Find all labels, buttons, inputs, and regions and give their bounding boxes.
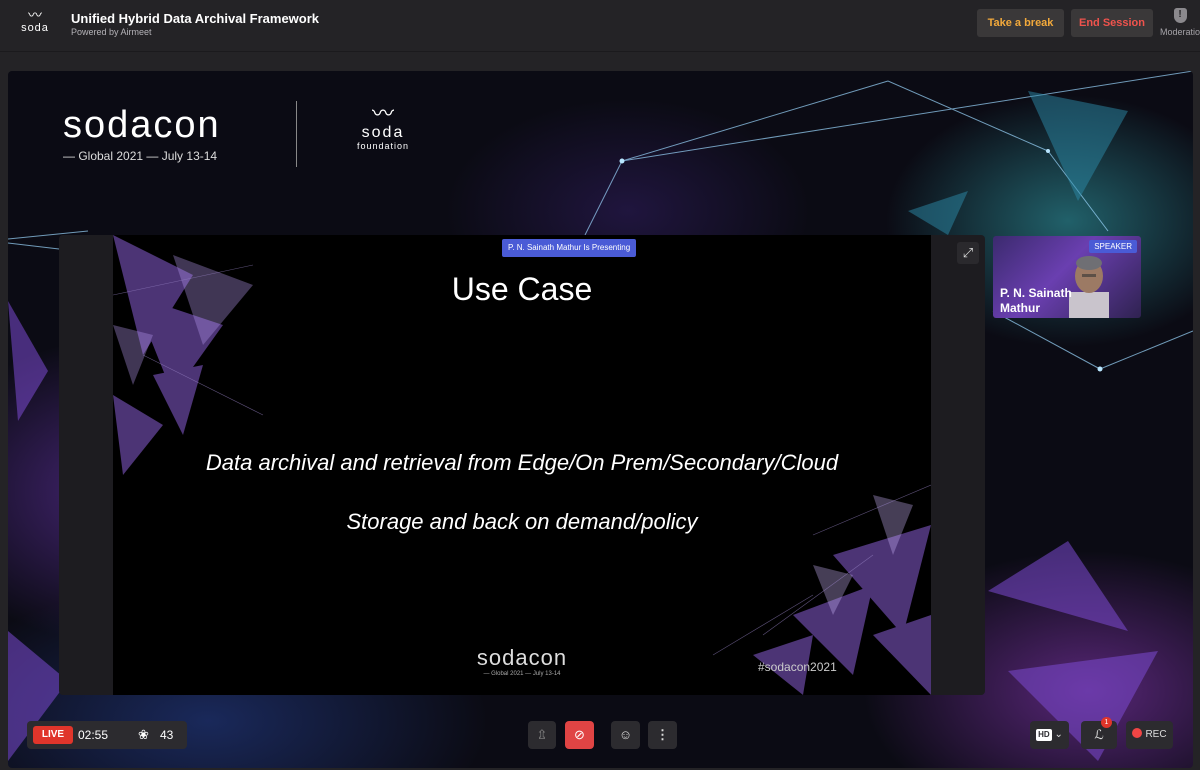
attendees-icon: ❀ xyxy=(138,727,149,742)
camera-off-button[interactable]: ⊘ xyxy=(565,721,594,749)
reactions-button[interactable]: ☺ xyxy=(611,721,640,749)
presenting-badge: P. N. Sainath Mathur Is Presenting xyxy=(502,239,637,257)
live-badge: LIVE xyxy=(33,726,73,744)
more-options-button[interactable]: ⋮ xyxy=(648,721,677,749)
fullscreen-expand-icon[interactable]: ⤢ xyxy=(957,242,979,264)
end-session-button[interactable]: End Session xyxy=(1071,9,1153,37)
record-button[interactable]: REC xyxy=(1126,721,1173,749)
video-quality-button[interactable]: HD ⌄ xyxy=(1030,721,1069,749)
screen-share-panel: P. N. Sainath Mathur Is Presenting Use C… xyxy=(59,235,985,695)
feed-button[interactable]: ℒ 1 xyxy=(1081,717,1117,749)
foundation-label: foundation xyxy=(356,141,410,151)
dolphins-icon: 〰 xyxy=(371,101,394,126)
slide-hashtag: #sodacon2021 xyxy=(758,660,837,674)
session-title: Unified Hybrid Data Archival Framework xyxy=(71,11,320,26)
hd-label: HD xyxy=(1036,729,1052,741)
feed-badge: 1 xyxy=(1101,717,1112,728)
attendee-count: 43 xyxy=(160,728,174,742)
speaker-tag: SPEAKER xyxy=(1089,240,1137,253)
shield-icon: ! xyxy=(1173,8,1187,23)
sodacon-brand: sodacon — Global 2021 — July 13-14 xyxy=(63,104,221,163)
sodacon-wordmark: sodacon xyxy=(63,104,221,146)
logo-wordmark: soda xyxy=(21,22,49,34)
record-label: REC xyxy=(1145,729,1167,740)
chevron-down-icon: ⌄ xyxy=(1054,729,1063,740)
camera-off-icon: ⊘ xyxy=(574,727,585,742)
powered-by: Powered by Airmeet xyxy=(71,27,152,37)
soda-foundation-brand: 〰 soda foundation xyxy=(348,101,418,152)
moderation-label: Moderation xyxy=(1160,27,1200,37)
rss-icon: ℒ xyxy=(1094,727,1104,742)
vertical-dots-icon: ⋮ xyxy=(656,727,669,742)
session-timer: 02:55 xyxy=(78,728,109,742)
slide-text-line-2: Storage and back on demand/policy xyxy=(346,509,698,534)
slide-footer-date: — Global 2021 — July 13-14 xyxy=(483,671,561,677)
share-screen-icon: ⇫ xyxy=(536,727,548,742)
speaker-name: P. N. Sainath Mathur xyxy=(1000,286,1072,315)
live-status-pill: LIVE 02:55 ❀ 43 xyxy=(27,721,187,749)
moderation-button[interactable]: ! Moderation xyxy=(1160,6,1200,46)
soda-wordmark: soda xyxy=(361,124,405,141)
share-screen-button[interactable]: ⇫ xyxy=(528,721,556,749)
top-bar: 〰 soda Unified Hybrid Data Archival Fram… xyxy=(0,0,1200,52)
smiley-icon: ☺ xyxy=(618,727,633,742)
slide-footer-wordmark: sodacon xyxy=(476,645,568,670)
slide: P. N. Sainath Mathur Is Presenting Use C… xyxy=(113,235,931,695)
record-dot-icon xyxy=(1132,728,1143,738)
dolphin-icon: 〰 xyxy=(28,7,42,23)
slide-text-line-1: Data archival and retrieval from Edge/On… xyxy=(205,450,839,475)
sodacon-date: — Global 2021 — July 13-14 xyxy=(63,149,218,163)
slide-footer-logo: sodacon — Global 2021 — July 13-14 xyxy=(467,645,577,677)
brand-divider xyxy=(296,101,297,167)
stage-area: sodacon — Global 2021 — July 13-14 〰 sod… xyxy=(8,71,1193,768)
slide-title: Use Case xyxy=(451,271,593,307)
speaker-tile[interactable]: SPEAKER P. N. Sainath Mathur xyxy=(993,236,1141,318)
event-logo: 〰 soda xyxy=(18,8,52,42)
take-a-break-button[interactable]: Take a break xyxy=(977,9,1064,37)
